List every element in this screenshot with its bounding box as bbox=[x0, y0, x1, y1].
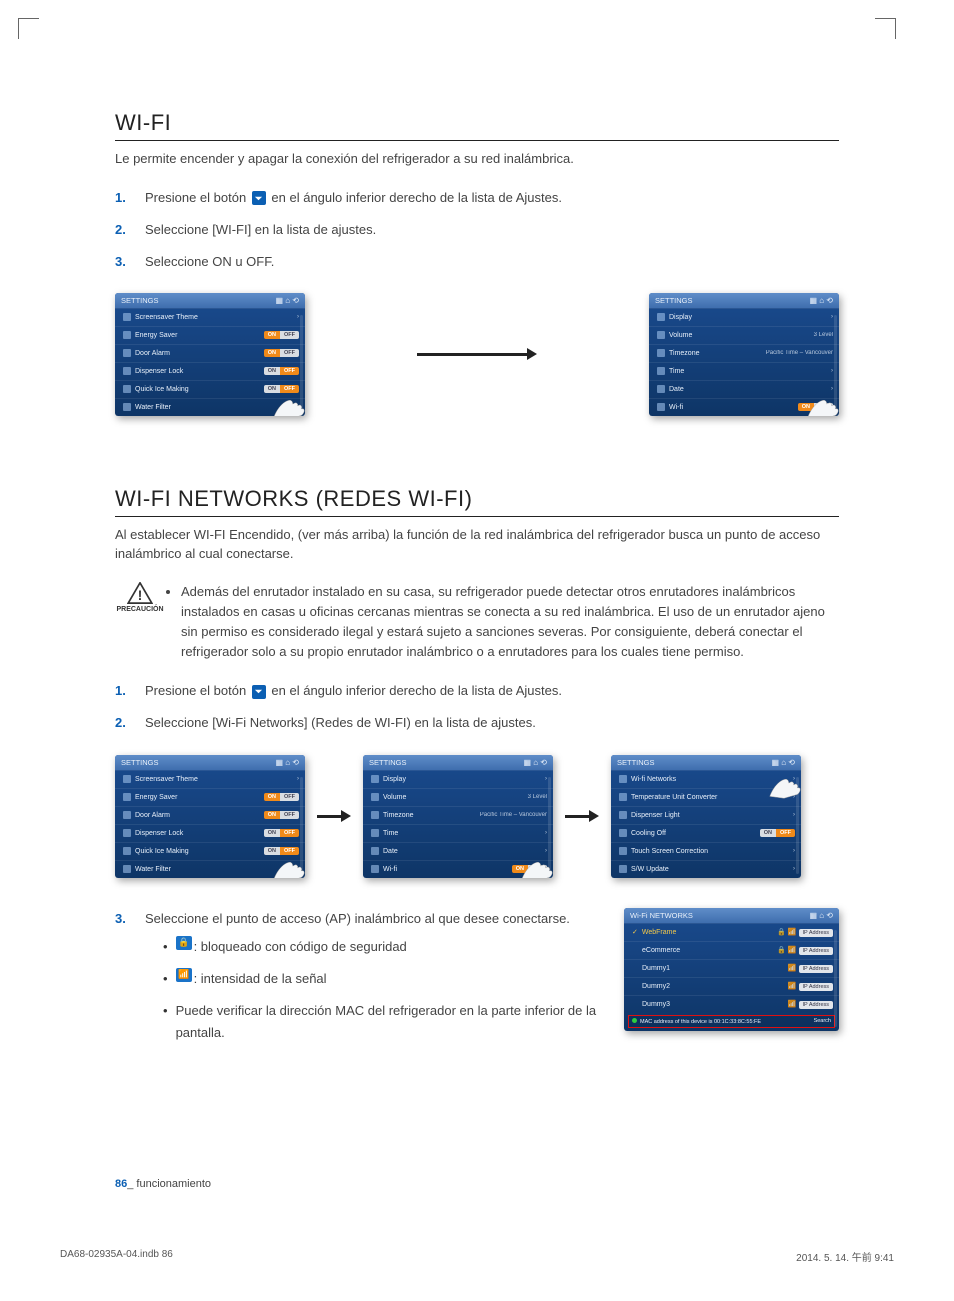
step-text: Seleccione ON u OFF. bbox=[145, 251, 274, 273]
toggle: ONOFF bbox=[264, 367, 299, 375]
step-text: en el ángulo inferior derecho de la list… bbox=[271, 190, 562, 205]
legend-item: 🔒: bloqueado con código de seguridad bbox=[163, 936, 604, 958]
settings-screen-a: SETTINGS▦ ⌂ ⟲ Screensaver Theme› Energy … bbox=[115, 755, 305, 878]
value-label: Pacific Time – Vancouver bbox=[766, 350, 833, 356]
page-label: _ funcionamiento bbox=[127, 1178, 211, 1190]
mac-address-line: MAC address of this device is 00:1C:33:8… bbox=[628, 1015, 835, 1028]
screen-title: SETTINGS bbox=[617, 758, 655, 767]
list-item: Date bbox=[669, 386, 684, 393]
section-desc: Al establecer WI-FI Encendido, (ver más … bbox=[115, 525, 839, 564]
steps-list: 3. Seleccione el punto de acceso (AP) in… bbox=[115, 908, 604, 1054]
value-label: 3 Level bbox=[814, 332, 833, 338]
step-item: 3. Seleccione ON u OFF. bbox=[115, 251, 839, 273]
screen-title: SETTINGS bbox=[369, 758, 407, 767]
step-number: 2. bbox=[115, 219, 145, 241]
step-item: 1. Presione el botón en el ángulo inferi… bbox=[115, 680, 839, 702]
step-number: 3. bbox=[115, 908, 145, 1054]
lock-icon: 🔒 bbox=[176, 936, 192, 950]
step-item: 2. Seleccione [Wi-Fi Networks] (Redes de… bbox=[115, 712, 839, 734]
settings-screen-1: SETTINGS▦ ⌂ ⟲ Screensaver Theme› Energy … bbox=[115, 293, 305, 416]
steps-list: 1. Presione el botón en el ángulo inferi… bbox=[115, 187, 839, 273]
page-footer: 86_ funcionamiento bbox=[115, 1178, 211, 1190]
step-text: Seleccione el punto de acceso (AP) inalá… bbox=[145, 911, 570, 926]
network-item: eCommerce bbox=[642, 947, 680, 954]
crop-mark bbox=[18, 18, 39, 39]
step-item: 2. Seleccione [WI-FI] en la lista de aju… bbox=[115, 219, 839, 241]
chevron-down-icon bbox=[252, 685, 266, 699]
step-number: 1. bbox=[115, 680, 145, 702]
list-item: Time bbox=[669, 368, 684, 375]
search-label: Search bbox=[814, 1018, 831, 1025]
chevron-down-icon bbox=[252, 191, 266, 205]
arrow-right-icon bbox=[317, 811, 351, 821]
print-footer: DA68-02935A-04.indb 86 2014. 5. 14. 午前 9… bbox=[60, 1249, 894, 1264]
toggle: ONOFF bbox=[798, 403, 833, 411]
arrow-right-icon bbox=[417, 349, 537, 359]
step-text: Seleccione [WI-FI] en la lista de ajuste… bbox=[145, 219, 376, 241]
caution-text: Además del enrutador instalado en su cas… bbox=[181, 582, 839, 663]
step-text: Presione el botón bbox=[145, 683, 250, 698]
screen-title: SETTINGS bbox=[121, 296, 159, 305]
warning-icon: ! bbox=[127, 582, 153, 604]
network-item: Dummy3 bbox=[642, 1001, 670, 1008]
screenshot-row: SETTINGS▦ ⌂ ⟲ Screensaver Theme› Energy … bbox=[115, 755, 839, 878]
print-date: 2014. 5. 14. 午前 9:41 bbox=[796, 1249, 894, 1264]
network-item: Dummy1 bbox=[642, 965, 670, 972]
toggle: ONOFF bbox=[264, 331, 299, 339]
legend-item: Puede verificar la dirección MAC del ref… bbox=[163, 1000, 604, 1044]
list-item: Energy Saver bbox=[135, 332, 177, 339]
section-title-networks: WI-FI NETWORKS (REDES WI-FI) bbox=[115, 486, 839, 517]
network-item: WebFrame bbox=[642, 929, 677, 936]
mac-address-text: MAC address of this device is 00:1C:33:8… bbox=[640, 1019, 761, 1025]
step-text: en el ángulo inferior derecho de la list… bbox=[271, 683, 562, 698]
legend-item: 📶: intensidad de la señal bbox=[163, 968, 604, 990]
step-number: 1. bbox=[115, 187, 145, 209]
section-title-wifi: WI-FI bbox=[115, 110, 839, 141]
caution-label: PRECAUCIÓN bbox=[115, 606, 165, 613]
list-item: Wi-fi bbox=[669, 404, 683, 411]
settings-screen-b: SETTINGS▦ ⌂ ⟲ Display› Volume3 Level Tim… bbox=[363, 755, 553, 878]
indd-filename: DA68-02935A-04.indb 86 bbox=[60, 1249, 173, 1264]
list-item: Dispenser Lock bbox=[135, 368, 183, 375]
list-item: Screensaver Theme bbox=[135, 314, 198, 321]
wifi-networks-screen: Wi-Fi NETWORKS▦ ⌂ ⟲ ✓ WebFrame🔒 📶 IP Add… bbox=[624, 908, 839, 1031]
step-text: Presione el botón bbox=[145, 190, 250, 205]
arrow-right-icon bbox=[565, 811, 599, 821]
caution-block: ! PRECAUCIÓN Además del enrutador instal… bbox=[115, 582, 839, 663]
page-number: 86 bbox=[115, 1178, 127, 1190]
svg-text:!: ! bbox=[138, 588, 143, 603]
settings-screen-2: SETTINGS▦ ⌂ ⟲ Display› Volume3 Level Tim… bbox=[649, 293, 839, 416]
section-desc: Le permite encender y apagar la conexión… bbox=[115, 149, 839, 169]
step-text: Seleccione [Wi-Fi Networks] (Redes de WI… bbox=[145, 712, 536, 734]
screen-title: Wi-Fi NETWORKS bbox=[630, 911, 693, 920]
step-item: 1. Presione el botón en el ángulo inferi… bbox=[115, 187, 839, 209]
ip-button: IP Address bbox=[799, 929, 834, 937]
list-item: Volume bbox=[669, 332, 692, 339]
list-item: Water Filter bbox=[135, 404, 171, 411]
wifi-icon: 📶 bbox=[176, 968, 192, 982]
legend-list: 🔒: bloqueado con código de seguridad 📶: … bbox=[163, 936, 604, 1044]
header-icons: ▦ ⌂ ⟲ bbox=[809, 296, 833, 305]
step-number: 3. bbox=[115, 251, 145, 273]
steps-list: 1. Presione el botón en el ángulo inferi… bbox=[115, 680, 839, 734]
screen-title: SETTINGS bbox=[655, 296, 693, 305]
list-item: Door Alarm bbox=[135, 350, 170, 357]
crop-mark bbox=[875, 18, 896, 39]
list-item: Timezone bbox=[669, 350, 699, 357]
step-item: 3. Seleccione el punto de acceso (AP) in… bbox=[115, 908, 604, 1054]
screen-title: SETTINGS bbox=[121, 758, 159, 767]
list-item: Quick Ice Making bbox=[135, 386, 189, 393]
toggle: ONOFF bbox=[264, 349, 299, 357]
header-icons: ▦ ⌂ ⟲ bbox=[275, 296, 299, 305]
settings-screen-c: SETTINGS▦ ⌂ ⟲ Wi-fi Networks› Temperatur… bbox=[611, 755, 801, 878]
network-item: Dummy2 bbox=[642, 983, 670, 990]
list-item: Display bbox=[669, 314, 692, 321]
step-number: 2. bbox=[115, 712, 145, 734]
toggle: ONOFF bbox=[264, 385, 299, 393]
screenshot-row: SETTINGS▦ ⌂ ⟲ Screensaver Theme› Energy … bbox=[115, 293, 839, 416]
